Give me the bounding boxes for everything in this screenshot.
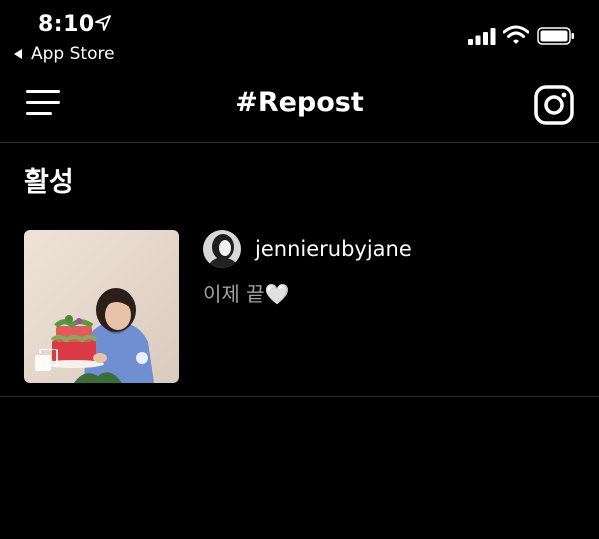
post-username: jennierubyjane [255,237,412,261]
wifi-icon [503,25,529,44]
post-caption: 이제 끝🤍 [203,282,290,306]
status-bar: 8:10 App Store [0,0,599,70]
instagram-button[interactable] [534,85,574,125]
back-app-label: App Store [31,44,115,64]
post-list-item[interactable]: jennierubyjane 이제 끝🤍 [0,215,599,397]
battery-icon [537,27,574,45]
back-to-app-store-button[interactable]: App Store [14,44,115,64]
section-title: 활성 [24,167,74,198]
multiple-photos-icon [35,349,58,371]
signal-icon [468,28,496,45]
location-arrow-icon [95,15,111,31]
post-thumbnail[interactable] [24,230,179,383]
navigation-bar: #Repost [0,70,599,143]
instagram-icon [534,85,574,125]
back-triangle-icon [14,49,22,59]
status-time: 8:10 [38,12,95,37]
page-title: #Repost [235,87,364,118]
avatar[interactable] [203,230,241,268]
avatar-image [203,230,241,268]
